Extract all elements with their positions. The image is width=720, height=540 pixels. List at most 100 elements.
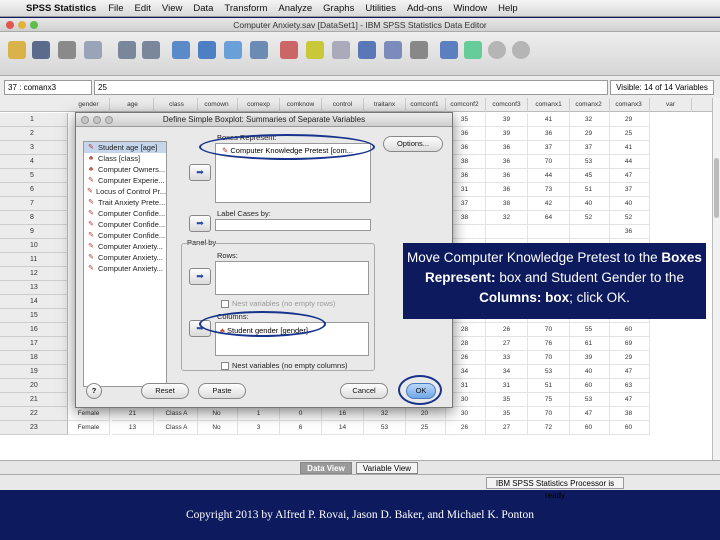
column-header[interactable]: control <box>322 98 364 112</box>
menu-window[interactable]: Window <box>453 3 487 14</box>
table-cell[interactable]: 61 <box>568 337 610 351</box>
column-header[interactable]: comanx2 <box>568 98 610 112</box>
column-header[interactable]: traitanx <box>364 98 406 112</box>
table-cell[interactable]: 16 <box>322 407 364 421</box>
row-number[interactable]: 17 <box>0 337 68 351</box>
variable-source-list[interactable]: ✎ Student age [age] ♣ Class [class] ♣ Compute… <box>83 141 167 387</box>
menu-analyze[interactable]: Analyze <box>278 3 312 14</box>
column-header[interactable]: class <box>156 98 198 112</box>
menu-addons[interactable]: Add-ons <box>407 3 442 14</box>
row-number[interactable]: 16 <box>0 323 68 337</box>
row-number[interactable]: 23 <box>0 421 68 435</box>
menu-view[interactable]: View <box>162 3 182 14</box>
table-cell[interactable]: 51 <box>528 379 570 393</box>
table-cell[interactable]: 29 <box>608 113 650 127</box>
table-cell[interactable]: 55 <box>568 323 610 337</box>
row-number[interactable]: 20 <box>0 379 68 393</box>
table-cell[interactable]: 41 <box>608 141 650 155</box>
table-cell[interactable]: 47 <box>568 407 610 421</box>
weight-cases-icon[interactable] <box>358 41 376 59</box>
tab-variable-view[interactable]: Variable View <box>356 462 418 474</box>
table-cell[interactable]: 0 <box>280 407 322 421</box>
variable-list-item[interactable]: ✎ Computer Confide... <box>84 230 166 241</box>
cell-value-input[interactable]: 25 <box>94 80 608 95</box>
vertical-scrollbar[interactable] <box>712 98 720 460</box>
column-header[interactable]: comconf1 <box>404 98 446 112</box>
split-file-icon[interactable] <box>332 41 350 59</box>
table-cell[interactable]: Class A <box>156 421 198 435</box>
insert-variable-icon[interactable] <box>306 41 324 59</box>
scrollbar-thumb[interactable] <box>714 158 719 218</box>
table-cell[interactable]: 70 <box>528 323 570 337</box>
minimize-window-icon[interactable] <box>18 21 26 29</box>
table-cell[interactable]: 34 <box>486 365 528 379</box>
use-sets-icon[interactable] <box>440 41 458 59</box>
table-cell[interactable]: 60 <box>608 421 650 435</box>
table-cell[interactable]: 52 <box>608 211 650 225</box>
table-cell[interactable]: 72 <box>528 421 570 435</box>
menu-file[interactable]: File <box>108 3 123 14</box>
table-cell[interactable]: 45 <box>568 169 610 183</box>
row-number[interactable]: 2 <box>0 127 68 141</box>
rows-list[interactable] <box>215 261 369 295</box>
table-cell[interactable]: 13 <box>112 421 154 435</box>
table-cell[interactable]: 35 <box>486 407 528 421</box>
table-cell[interactable]: 44 <box>528 169 570 183</box>
table-cell[interactable]: 51 <box>568 183 610 197</box>
table-cell[interactable]: 31 <box>486 379 528 393</box>
move-to-boxes-arrow-button[interactable]: ➡ <box>189 164 211 181</box>
table-cell[interactable]: 73 <box>528 183 570 197</box>
table-cell[interactable]: 32 <box>364 407 406 421</box>
select-cases-icon[interactable] <box>384 41 402 59</box>
row-number[interactable]: 18 <box>0 351 68 365</box>
value-labels-icon[interactable] <box>410 41 428 59</box>
table-cell[interactable]: 36 <box>608 225 650 239</box>
table-cell[interactable]: 53 <box>568 155 610 169</box>
table-cell[interactable]: 40 <box>608 197 650 211</box>
label-cases-field[interactable] <box>215 219 371 231</box>
table-cell[interactable]: 3 <box>238 421 280 435</box>
row-number[interactable]: 8 <box>0 211 68 225</box>
row-number[interactable]: 9 <box>0 225 68 239</box>
variable-list-item[interactable]: ♣ Computer Owners... <box>84 164 166 175</box>
column-header[interactable]: comexp <box>238 98 280 112</box>
table-cell[interactable]: 75 <box>528 393 570 407</box>
table-cell[interactable]: 36 <box>486 169 528 183</box>
show-all-variables-icon[interactable] <box>464 41 482 59</box>
close-window-icon[interactable] <box>6 21 14 29</box>
table-cell[interactable]: 37 <box>608 183 650 197</box>
table-cell[interactable]: 63 <box>608 379 650 393</box>
table-cell[interactable]: 53 <box>568 393 610 407</box>
table-cell[interactable]: 36 <box>486 183 528 197</box>
table-cell[interactable] <box>528 225 570 239</box>
options-button[interactable]: Options... <box>383 136 443 152</box>
table-cell[interactable]: Female <box>68 407 110 421</box>
save-icon[interactable] <box>32 41 50 59</box>
table-cell[interactable]: 27 <box>486 337 528 351</box>
zoom-window-icon[interactable] <box>30 21 38 29</box>
table-cell[interactable]: 20 <box>404 407 446 421</box>
dialog-zoom-icon[interactable] <box>105 116 113 124</box>
table-cell[interactable]: 76 <box>528 337 570 351</box>
column-header[interactable]: var <box>650 98 692 112</box>
column-header[interactable]: comanx1 <box>528 98 570 112</box>
table-cell[interactable]: 38 <box>486 197 528 211</box>
table-cell[interactable]: 47 <box>608 393 650 407</box>
row-number[interactable]: 19 <box>0 365 68 379</box>
table-cell[interactable]: 35 <box>486 393 528 407</box>
table-cell[interactable]: 26 <box>486 323 528 337</box>
print-icon[interactable] <box>58 41 76 59</box>
variables-icon[interactable] <box>224 41 242 59</box>
scripting-icon[interactable] <box>512 41 530 59</box>
row-number[interactable]: 4 <box>0 155 68 169</box>
table-cell[interactable]: 69 <box>608 337 650 351</box>
column-header[interactable]: comconf2 <box>444 98 486 112</box>
variable-list-item[interactable]: ✎ Computer Experie... <box>84 175 166 186</box>
table-cell[interactable]: 70 <box>528 407 570 421</box>
row-number[interactable]: 14 <box>0 295 68 309</box>
row-number[interactable]: 13 <box>0 281 68 295</box>
table-cell[interactable]: 44 <box>608 155 650 169</box>
row-number[interactable]: 11 <box>0 253 68 267</box>
table-cell[interactable]: 47 <box>608 365 650 379</box>
tab-data-view[interactable]: Data View <box>300 462 352 474</box>
